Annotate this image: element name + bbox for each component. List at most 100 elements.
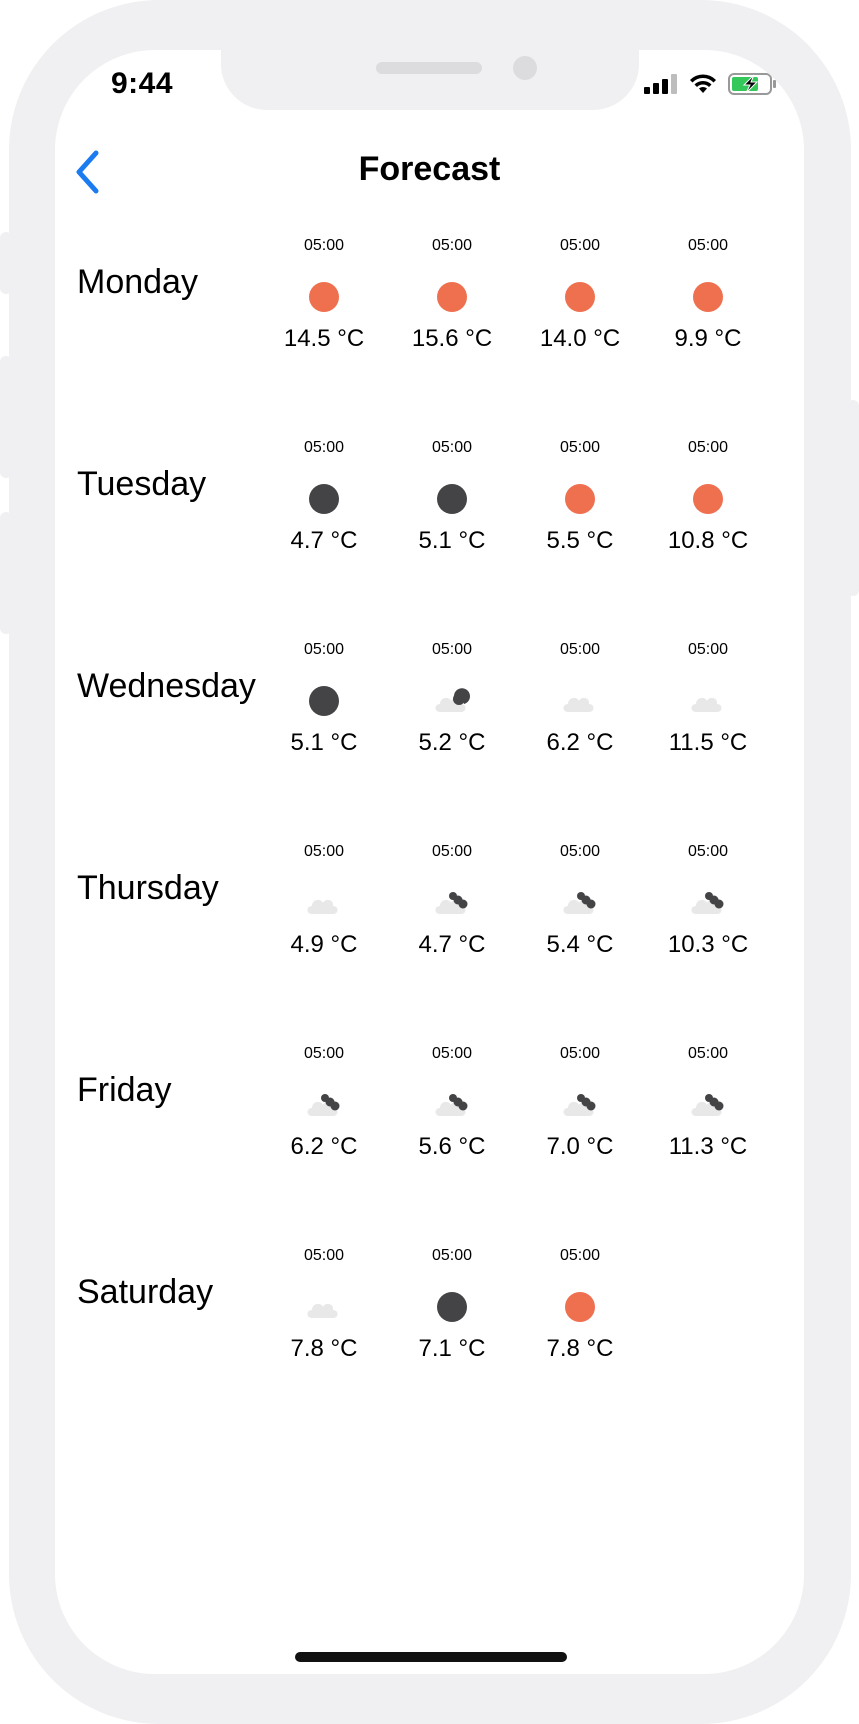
- moon-icon: [432, 479, 472, 519]
- slot-time: 05:00: [431, 641, 473, 658]
- day-row-saturday: Saturday 05:00 7.8 °C 05:00 7.1 °C 05:00 7.8 …: [55, 1247, 804, 1427]
- forecast-slot: 05:00 6.2 °C: [260, 1045, 388, 1185]
- speaker-grille: [376, 62, 482, 74]
- slot-time: 05:00: [303, 843, 345, 860]
- cloudy-icon: [304, 1085, 344, 1125]
- slot-temperature: 7.8 °C: [546, 1335, 614, 1362]
- slot-temperature: 4.7 °C: [290, 527, 358, 554]
- slot-temperature: 11.5 °C: [668, 729, 748, 756]
- hourly-slots: 05:00 6.2 °C 05:00 5.6 °C 05:00 7.0 °C 05:00 11…: [260, 1045, 772, 1185]
- cloudy-icon: [688, 1085, 728, 1125]
- cloud-icon: [304, 1287, 344, 1327]
- front-camera: [513, 56, 537, 80]
- slot-time: 05:00: [559, 237, 601, 254]
- sun-icon: [560, 1287, 600, 1327]
- slot-temperature: 10.8 °C: [667, 527, 749, 554]
- forecast-slot: 05:00 7.8 °C: [516, 1247, 644, 1387]
- slot-time: 05:00: [687, 641, 729, 658]
- slot-temperature: 14.5 °C: [283, 325, 365, 352]
- slot-time: 05:00: [303, 439, 345, 456]
- sun-icon: [688, 479, 728, 519]
- slot-time: 05:00: [431, 843, 473, 860]
- slot-temperature: 5.6 °C: [418, 1133, 486, 1160]
- slot-temperature: 5.5 °C: [546, 527, 614, 554]
- day-name: Friday: [77, 1071, 172, 1109]
- slot-time: 05:00: [431, 439, 473, 456]
- cloudy-icon: [560, 1085, 600, 1125]
- slot-time: 05:00: [303, 1247, 345, 1264]
- wifi-icon: [690, 74, 716, 93]
- slot-temperature: 4.9 °C: [290, 931, 358, 958]
- forecast-slot: 05:00 11.5 °C: [644, 641, 772, 781]
- partly-cloudy-night-icon: [432, 681, 472, 721]
- forecast-slot: 05:00 5.2 °C: [388, 641, 516, 781]
- slot-time: 05:00: [687, 439, 729, 456]
- home-indicator[interactable]: [295, 1652, 567, 1662]
- slot-time: 05:00: [687, 237, 729, 254]
- forecast-slot: 05:00 7.0 °C: [516, 1045, 644, 1185]
- day-row-wednesday: Wednesday 05:00 5.1 °C 05:00 5.2 °C 05:00 6.2…: [55, 641, 804, 821]
- forecast-slot: 05:00 10.8 °C: [644, 439, 772, 579]
- slot-temperature: 5.2 °C: [418, 729, 486, 756]
- day-row-thursday: Thursday 05:00 4.9 °C 05:00 4.7 °C 05:00 5.4 …: [55, 843, 804, 1023]
- slot-time: 05:00: [687, 843, 729, 860]
- slot-time: 05:00: [303, 237, 345, 254]
- forecast-slot: 05:00 5.6 °C: [388, 1045, 516, 1185]
- slot-time: 05:00: [303, 641, 345, 658]
- cloudy-icon: [560, 883, 600, 923]
- cloud-icon: [688, 681, 728, 721]
- slot-temperature: 7.0 °C: [546, 1133, 614, 1160]
- forecast-slot: 05:00 4.7 °C: [260, 439, 388, 579]
- sun-icon: [432, 277, 472, 317]
- mute-switch: [0, 232, 12, 294]
- day-name: Monday: [77, 263, 198, 301]
- forecast-slot: 05:00 5.4 °C: [516, 843, 644, 983]
- status-time: 9:44: [111, 67, 174, 100]
- slot-time: 05:00: [559, 439, 601, 456]
- slot-temperature: 4.7 °C: [418, 931, 486, 958]
- slot-temperature: 5.1 °C: [290, 729, 358, 756]
- hourly-slots: 05:00 4.7 °C 05:00 5.1 °C 05:00 5.5 °C 05:00 10…: [260, 439, 772, 579]
- slot-temperature: 6.2 °C: [546, 729, 614, 756]
- slot-time: 05:00: [559, 1247, 601, 1264]
- cloudy-icon: [432, 883, 472, 923]
- slot-time: 05:00: [559, 1045, 601, 1062]
- forecast-slot: 05:00 14.5 °C: [260, 237, 388, 377]
- slot-temperature: 7.1 °C: [418, 1335, 486, 1362]
- forecast-slot: 05:00 7.1 °C: [388, 1247, 516, 1387]
- moon-icon: [432, 1287, 472, 1327]
- status-icons: [644, 72, 778, 96]
- slot-temperature: 5.1 °C: [418, 527, 486, 554]
- forecast-slot: 05:00 7.8 °C: [260, 1247, 388, 1387]
- slot-temperature: 10.3 °C: [667, 931, 749, 958]
- day-row-tuesday: Tuesday 05:00 4.7 °C 05:00 5.1 °C 05:00 5.5 °…: [55, 439, 804, 619]
- forecast-slot: 05:00 10.3 °C: [644, 843, 772, 983]
- forecast-slot: 05:00 14.0 °C: [516, 237, 644, 377]
- day-row-friday: Friday 05:00 6.2 °C 05:00 5.6 °C 05:00 7.0 °C…: [55, 1045, 804, 1225]
- forecast-slot: 05:00 5.1 °C: [388, 439, 516, 579]
- slot-temperature: 6.2 °C: [290, 1133, 358, 1160]
- hourly-slots: 05:00 4.9 °C 05:00 4.7 °C 05:00 5.4 °C 05:00 10…: [260, 843, 772, 983]
- day-name: Saturday: [77, 1273, 214, 1311]
- slot-temperature: 14.0 °C: [539, 325, 621, 352]
- moon-icon: [304, 681, 344, 721]
- forecast-slot: 05:00 9.9 °C: [644, 237, 772, 377]
- day-name: Thursday: [77, 869, 219, 907]
- forecast-slot: 05:00 4.9 °C: [260, 843, 388, 983]
- slot-time: 05:00: [431, 1045, 473, 1062]
- slot-time: 05:00: [303, 1045, 345, 1062]
- cloud-icon: [304, 883, 344, 923]
- sun-icon: [688, 277, 728, 317]
- day-name: Wednesday: [77, 667, 256, 705]
- hourly-slots: 05:00 14.5 °C 05:00 15.6 °C 05:00 14.0 °C 05:0…: [260, 237, 772, 377]
- forecast-slot: 05:00 6.2 °C: [516, 641, 644, 781]
- notch: [221, 50, 639, 110]
- moon-icon: [304, 479, 344, 519]
- hourly-slots: 05:00 7.8 °C 05:00 7.1 °C 05:00 7.8 °C: [260, 1247, 644, 1387]
- day-row-monday: Monday 05:00 14.5 °C 05:00 15.6 °C 05:00 14.0…: [55, 237, 804, 417]
- volume-down-button: [0, 512, 12, 634]
- cloud-icon: [560, 681, 600, 721]
- forecast-slot: 05:00 5.5 °C: [516, 439, 644, 579]
- battery-charging-icon: [728, 73, 776, 95]
- sun-icon: [560, 277, 600, 317]
